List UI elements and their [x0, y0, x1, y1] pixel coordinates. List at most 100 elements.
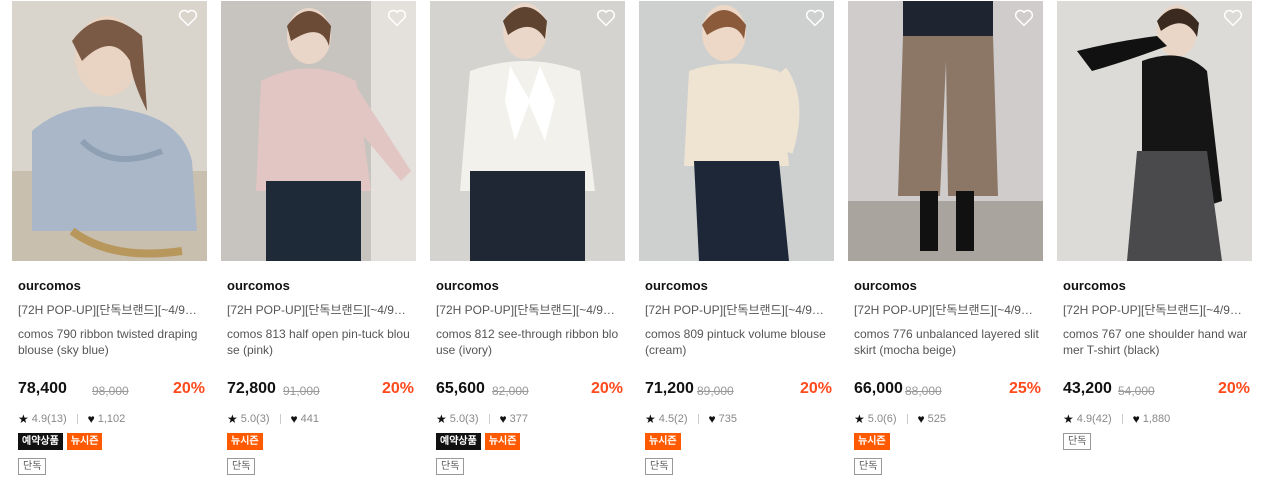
- product-card[interactable]: ourcomos [72H POP-UP][단독브랜드][~4/9까지] com…: [221, 0, 416, 475]
- review-meta: ★ 5.0(6) ♥ 525: [854, 412, 1043, 426]
- promo-text[interactable]: [72H POP-UP][단독브랜드][~4/9까지] comos 813 ha…: [227, 303, 416, 318]
- product-name[interactable]: comos 809 pintuck volume blouse (cream): [645, 326, 831, 358]
- brand-name[interactable]: ourcomos: [436, 278, 625, 293]
- star-icon: ★: [854, 412, 865, 426]
- sale-price: 65,600: [436, 380, 485, 397]
- wishlist-heart-icon[interactable]: [596, 9, 616, 27]
- heart-filled-icon: ♥: [290, 412, 298, 426]
- price-row: 78,400 98,000 20%: [12, 380, 207, 400]
- divider: [488, 414, 490, 424]
- original-price: 88,000: [905, 384, 942, 398]
- discount-rate: 20%: [172, 380, 205, 397]
- like-count: 1,880: [1142, 413, 1171, 425]
- brand-name[interactable]: ourcomos: [227, 278, 416, 293]
- star-icon: ★: [645, 412, 656, 426]
- badge-list: 예약상품 뉴시즌: [18, 433, 207, 450]
- like-count: 441: [300, 413, 319, 425]
- badge-list: 뉴시즌: [645, 433, 834, 450]
- brand-name[interactable]: ourcomos: [18, 278, 207, 293]
- wishlist-heart-icon[interactable]: [1014, 9, 1034, 27]
- heart-filled-icon: ♥: [499, 412, 507, 426]
- price-row: 72,800 91,000 20%: [221, 380, 416, 400]
- rating: 4.9(13): [31, 413, 67, 425]
- product-photo: [1057, 1, 1252, 261]
- price-row: 65,600 82,000 20%: [430, 380, 625, 400]
- rating: 5.0(3): [449, 413, 479, 425]
- exclusive-tag: 단독: [436, 458, 465, 475]
- heart-filled-icon: ♥: [708, 412, 716, 426]
- product-photo: [430, 1, 625, 261]
- divider: [906, 414, 908, 424]
- new-season-badge: 뉴시즌: [854, 433, 890, 450]
- new-season-badge: 뉴시즌: [484, 433, 521, 450]
- exclusive-tag: 단독: [854, 458, 883, 475]
- product-card[interactable]: ourcomos [72H POP-UP][단독브랜드][~4/9까지] com…: [1057, 0, 1252, 450]
- brand-name[interactable]: ourcomos: [854, 278, 1043, 293]
- product-image[interactable]: [12, 1, 207, 261]
- review-meta: ★ 5.0(3) ♥ 441: [227, 412, 416, 426]
- product-photo: [848, 1, 1043, 261]
- star-icon: ★: [18, 412, 29, 426]
- promo-text[interactable]: [72H POP-UP][단독브랜드][~4/9까지]: [1063, 303, 1252, 318]
- product-card[interactable]: ourcomos [72H POP-UP][단독브랜드][~4/9까지] com…: [848, 0, 1043, 475]
- review-meta: ★ 5.0(3) ♥ 377: [436, 412, 625, 426]
- new-season-badge: 뉴시즌: [227, 433, 263, 450]
- product-name[interactable]: comos 767 one shoulder hand warmer T-shi…: [1063, 326, 1249, 358]
- promo-text[interactable]: [72H POP-UP][단독브랜드][~4/9까지] comos 809 pi…: [645, 303, 834, 318]
- product-name[interactable]: comos 790 ribbon twisted draping blouse …: [18, 326, 204, 358]
- like-count: 377: [509, 413, 528, 425]
- reservation-badge: 예약상품: [436, 433, 481, 450]
- promo-text[interactable]: [72H POP-UP][단독브랜드][~4/9까지] comos 812 se…: [436, 303, 625, 318]
- product-name[interactable]: comos 813 half open pin-tuck blouse (pin…: [227, 326, 413, 358]
- reservation-badge: 예약상품: [18, 433, 63, 450]
- product-card[interactable]: ourcomos [72H POP-UP][단독브랜드][~4/9까지] com…: [12, 0, 207, 475]
- discount-rate: 20%: [381, 380, 414, 397]
- product-photo: [12, 1, 207, 261]
- wishlist-heart-icon[interactable]: [178, 9, 198, 27]
- badge-list: 단독: [1063, 433, 1252, 450]
- like-count: 525: [927, 413, 946, 425]
- heart-filled-icon: ♥: [917, 412, 925, 426]
- product-image[interactable]: [430, 1, 625, 261]
- star-icon: ★: [436, 412, 447, 426]
- product-image[interactable]: [1057, 1, 1252, 261]
- star-icon: ★: [1063, 412, 1074, 426]
- heart-filled-icon: ♥: [87, 412, 95, 426]
- wishlist-heart-icon[interactable]: [387, 9, 407, 27]
- price-row: 43,200 54,000 20%: [1057, 380, 1252, 400]
- original-price: 89,000: [697, 384, 734, 398]
- discount-rate: 25%: [1008, 380, 1041, 397]
- exclusive-tag: 단독: [645, 458, 674, 475]
- exclusive-tag: 단독: [1063, 433, 1092, 450]
- wishlist-heart-icon[interactable]: [805, 9, 825, 27]
- product-card[interactable]: ourcomos [72H POP-UP][단독브랜드][~4/9까지] com…: [430, 0, 625, 475]
- product-grid: ourcomos [72H POP-UP][단독브랜드][~4/9까지] com…: [0, 0, 1261, 490]
- promo-text[interactable]: [72H POP-UP][단독브랜드][~4/9까지] comos 776 un…: [854, 303, 1043, 318]
- like-count: 1,102: [97, 413, 126, 425]
- product-name[interactable]: comos 776 unbalanced layered slit skirt …: [854, 326, 1040, 358]
- brand-name[interactable]: ourcomos: [645, 278, 834, 293]
- product-card[interactable]: ourcomos [72H POP-UP][단독브랜드][~4/9까지] com…: [639, 0, 834, 475]
- discount-rate: 20%: [1217, 380, 1250, 397]
- sale-price: 71,200: [645, 380, 694, 397]
- heart-filled-icon: ♥: [1132, 412, 1140, 426]
- sale-price: 78,400: [18, 380, 67, 397]
- product-image[interactable]: [848, 1, 1043, 261]
- product-image[interactable]: [639, 1, 834, 261]
- original-price: 54,000: [1118, 384, 1155, 398]
- product-image[interactable]: [221, 1, 416, 261]
- brand-name[interactable]: ourcomos: [1063, 278, 1252, 293]
- promo-text[interactable]: [72H POP-UP][단독브랜드][~4/9까지] comos 790 ri…: [18, 303, 207, 318]
- divider: [76, 414, 78, 424]
- wishlist-heart-icon[interactable]: [1223, 9, 1243, 27]
- discount-rate: 20%: [799, 380, 832, 397]
- review-meta: ★ 4.9(42) ♥ 1,880: [1063, 412, 1252, 426]
- star-icon: ★: [227, 412, 238, 426]
- rating: 5.0(6): [867, 413, 897, 425]
- price-row: 66,000 88,000 25%: [848, 380, 1043, 400]
- product-name[interactable]: comos 812 see-through ribbon blouse (ivo…: [436, 326, 622, 358]
- original-price: 82,000: [492, 384, 529, 398]
- divider: [279, 414, 281, 424]
- exclusive-tag: 단독: [227, 458, 256, 475]
- price-row: 71,200 89,000 20%: [639, 380, 834, 400]
